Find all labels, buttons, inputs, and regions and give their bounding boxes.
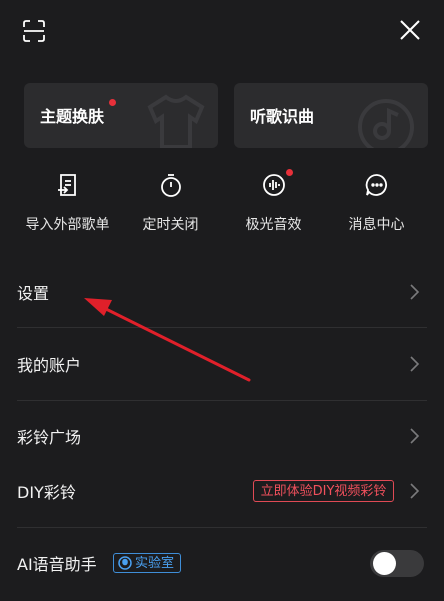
my-account-label: 我的账户 xyxy=(17,356,82,375)
divider xyxy=(17,327,427,328)
import-playlist-icon xyxy=(57,174,76,196)
my-account-row[interactable]: 我的账户 xyxy=(0,338,444,390)
chevron-right-icon xyxy=(410,356,420,372)
settings-label: 设置 xyxy=(17,284,50,303)
divider xyxy=(17,400,427,401)
quick-action-import-playlist[interactable]: 导入外部歌单 xyxy=(12,172,123,242)
lab-badge: 实验室 xyxy=(113,553,181,573)
settings-row[interactable]: 设置 xyxy=(0,266,444,318)
song-recognition-label: 听歌识曲 xyxy=(250,107,315,126)
timer-icon xyxy=(160,174,181,197)
diy-video-ringtone-promo-button[interactable]: 立即体验DIY视频彩铃 xyxy=(253,480,394,502)
quick-action-sound-effect[interactable]: 极光音效 xyxy=(218,169,329,242)
message-center-label: 消息中心 xyxy=(348,217,405,233)
theme-skin-new-dot xyxy=(109,99,116,106)
top-bar xyxy=(0,0,444,60)
lab-badge-label: 实验室 xyxy=(135,556,175,571)
diy-ringtone-label: DIY彩铃 xyxy=(17,483,76,502)
toggle-knob xyxy=(373,552,396,575)
ringtone-square-row[interactable]: 彩铃广场 xyxy=(0,410,444,462)
message-icon xyxy=(365,174,387,196)
sleep-timer-label: 定时关闭 xyxy=(142,217,199,233)
scan-icon[interactable] xyxy=(23,20,45,42)
ai-voice-assistant-toggle[interactable] xyxy=(370,550,424,577)
divider xyxy=(17,527,427,528)
song-recognition-card[interactable]: 听歌识曲 xyxy=(234,83,428,148)
quick-action-sleep-timer[interactable]: 定时关闭 xyxy=(115,172,226,242)
chevron-right-icon xyxy=(410,284,420,300)
theme-skin-card[interactable]: 主题换肤 xyxy=(24,83,218,148)
import-playlist-label: 导入外部歌单 xyxy=(25,217,110,233)
ringtone-square-label: 彩铃广场 xyxy=(17,428,82,447)
tshirt-icon xyxy=(147,94,205,148)
sound-effect-label: 极光音效 xyxy=(245,217,302,233)
ai-voice-assistant-label: AI语音助手 xyxy=(17,555,97,574)
close-icon[interactable] xyxy=(398,18,422,42)
lab-badge-icon xyxy=(118,556,132,570)
theme-skin-label: 主题换肤 xyxy=(40,107,105,126)
sound-effect-new-dot xyxy=(285,169,293,176)
chevron-right-icon xyxy=(410,428,420,444)
quick-action-message-center[interactable]: 消息中心 xyxy=(321,172,432,242)
sound-effect-icon xyxy=(262,174,285,196)
chevron-right-icon xyxy=(410,483,420,499)
music-note-icon xyxy=(358,99,414,148)
